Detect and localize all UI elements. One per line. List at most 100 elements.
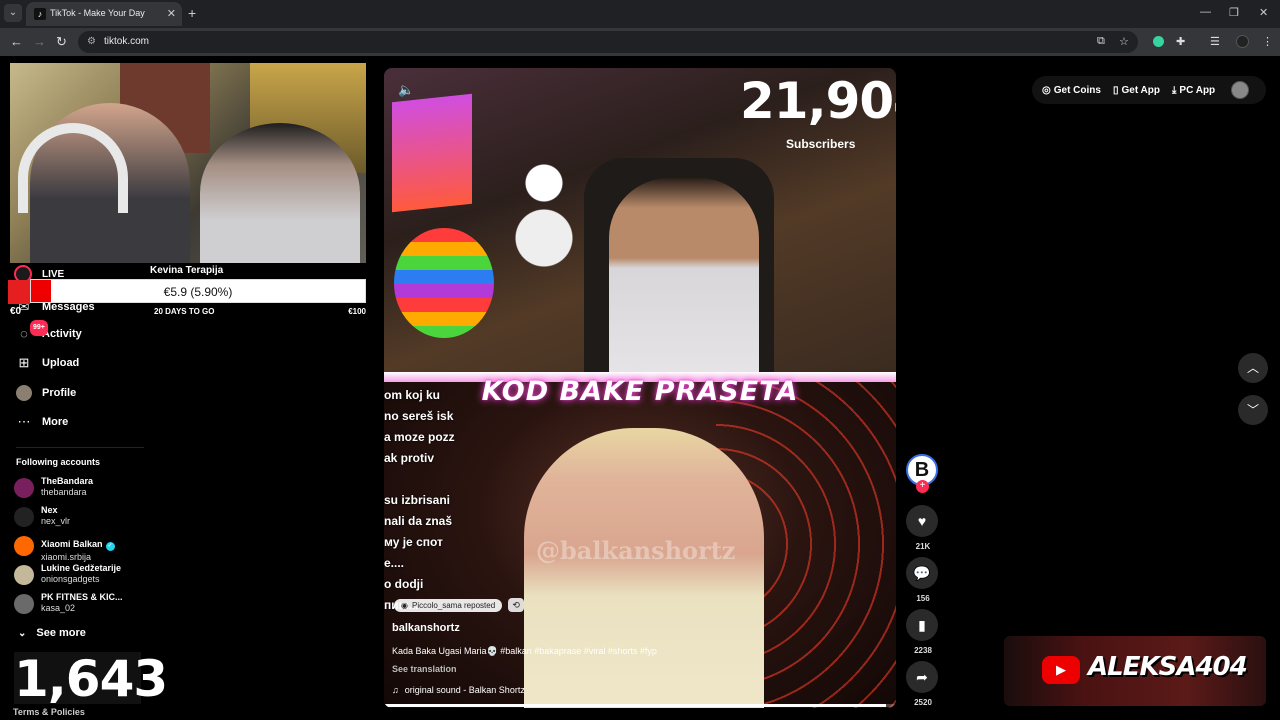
video-subscriber-label: Subscribers [786,137,856,151]
back-icon[interactable]: ← [10,34,23,49]
account-handle: onionsgadgets [41,574,100,584]
goal-end: €100 [348,307,366,316]
video-author[interactable]: balkanshortz [392,622,460,634]
extension-green-icon[interactable] [1153,36,1164,47]
pc-app-button[interactable]: ⤓ PC App [1172,85,1215,96]
get-coins-label: Get Coins [1053,84,1101,96]
streamer-name: ALEKSA404 [1088,652,1248,682]
music-note-icon: ♫ [392,685,399,695]
repost-pill[interactable]: ◉ Piccolo_sama reposted [394,598,503,612]
webcam-guest [200,123,360,263]
video-sound-label: original sound - Balkan Shortz [404,685,525,695]
lyric-line: nali da znaš [384,514,453,528]
extensions-icon[interactable]: ✚ [1176,35,1185,48]
like-count: 21K [915,542,931,551]
subscriber-count: 1,643 [14,650,168,708]
account-avatar [14,507,34,527]
follow-plus-icon[interactable]: + [916,480,929,493]
restore-icon[interactable]: ❐ [1229,6,1239,19]
see-more-label: See more [36,627,86,639]
following-account-item[interactable]: PK FITNES & KIC... kasa_02 [14,592,123,614]
following-account-item[interactable]: TheBandara thebandara [14,476,93,498]
video-watermark: @balkanshortz [536,536,736,565]
reload-icon[interactable]: ↻ [56,34,67,50]
terms-link[interactable]: Terms & Policies [13,707,85,717]
site-info-icon[interactable]: ⚙ [87,36,96,47]
nav-more-label: More [42,416,69,428]
browser-profile-avatar[interactable] [1236,35,1249,48]
video-player[interactable]: 🔈 21,904 Subscribers KOD BAKE PRASETA om… [384,68,896,708]
get-app-button[interactable]: ▯ Get App [1113,85,1160,96]
get-coins-button[interactable]: ◎ Get Coins [1042,85,1101,96]
video-subscriber-number: 21,904 [740,72,896,130]
lyric-line: su izbrisani [384,493,451,507]
install-app-icon[interactable]: ⧉ [1097,35,1105,48]
nav-activity[interactable]: ◌ 99+ Activity [16,320,82,344]
lyric-line: a moze pozz [384,430,455,444]
browser-menu-icon[interactable]: ⋮ [1262,35,1273,48]
reading-list-icon[interactable]: ☰ [1210,35,1220,48]
account-handle: kasa_02 [41,603,76,613]
account-avatar [14,478,34,498]
phone-icon: ▯ [1112,84,1119,96]
next-video-chevron-down-icon[interactable]: ﹀ [1238,395,1268,425]
bookmark-icon[interactable]: ▮ [906,609,938,641]
tiktok-favicon-icon: ♪ [34,8,46,20]
see-translation-link[interactable]: See translation [392,664,457,674]
tab-title: TikTok - Make Your Day [50,8,145,18]
comment-count: 156 [916,594,930,603]
following-account-item[interactable]: Xiaomi Balkan ✓ xiaomi.srbija [14,534,115,563]
repost-chip: ◉ Piccolo_sama reposted ⟲ [394,598,525,612]
browser-toolbar: ← → ↻ ⚙ tiktok.com ⧉ ☆ ✚ ☰ ⋮ [0,28,1280,56]
following-account-item[interactable]: Nex nex_vlr [14,505,70,527]
like-heart-icon[interactable]: ♥ [906,505,938,537]
forward-icon[interactable]: → [33,34,46,49]
following-account-item[interactable]: Lukine Gedžetarije onionsgadgets [14,563,121,585]
account-name: Xiaomi Balkan [41,539,103,549]
tab-search-icon[interactable]: ⌄ [4,4,22,22]
goal-amount: €5.9 (5.90%) [163,285,233,299]
video-lyrics: om koj ku no sereš isk a moze pozz ak proti… [384,388,504,619]
video-progress-bar[interactable] [384,704,896,707]
repost-text: Piccolo_sama reposted [411,600,496,610]
url-text[interactable]: tiktok.com [104,36,149,47]
user-avatar[interactable] [1231,81,1250,99]
volume-icon[interactable]: 🔈 [398,82,414,98]
repost-avatar-icon: ◉ [401,600,408,610]
nav-more[interactable]: ⋯ More [16,412,69,432]
video-snowman [514,158,574,268]
share-count: 2520 [914,698,932,707]
tab-close-icon[interactable]: ✕ [167,7,176,20]
repost-icon[interactable]: ⟲ [508,598,525,612]
see-more-button[interactable]: ⌄ See more [18,627,86,639]
video-person-top [609,178,759,378]
account-avatar [14,565,34,585]
lyric-line: no sereš isk [384,409,454,423]
account-avatar [14,594,34,614]
account-handle: nex_vlr [41,516,71,526]
verified-badge-icon: ✓ [105,542,115,551]
minimize-icon[interactable]: — [1200,6,1211,18]
goal-title: Kevina Terapija [150,265,224,276]
new-tab-icon[interactable]: + [188,5,196,21]
sidebar-divider [16,447,144,448]
address-bar[interactable]: ⚙ tiktok.com [78,31,1138,53]
activity-icon: ◌ 99+ [16,320,48,342]
nav-profile[interactable]: Profile [16,383,76,403]
browser-tab[interactable]: ♪ TikTok - Make Your Day ✕ [26,2,182,26]
close-window-icon[interactable]: ✕ [1259,6,1268,19]
share-arrow-icon[interactable]: ➦ [906,661,938,693]
save-count: 2238 [914,646,932,655]
comment-icon[interactable]: 💬 [906,557,938,589]
goal-progress-bar: €5.9 (5.90%) [30,279,366,303]
youtube-play-icon: ▶ [1042,656,1080,684]
video-sound[interactable]: ♫ original sound - Balkan Shortz [392,685,525,695]
video-monitor [392,93,472,213]
account-name: PK FITNES & KIC... [41,592,123,602]
goal-days: 20 DAYS TO GO [154,307,215,316]
nav-profile-label: Profile [42,387,77,399]
nav-upload[interactable]: ⊞ Upload [16,353,80,373]
bookmark-star-icon[interactable]: ☆ [1119,35,1129,48]
nav-activity-label: Activity [42,328,82,340]
previous-video-chevron-up-icon[interactable]: ︿ [1238,353,1268,383]
